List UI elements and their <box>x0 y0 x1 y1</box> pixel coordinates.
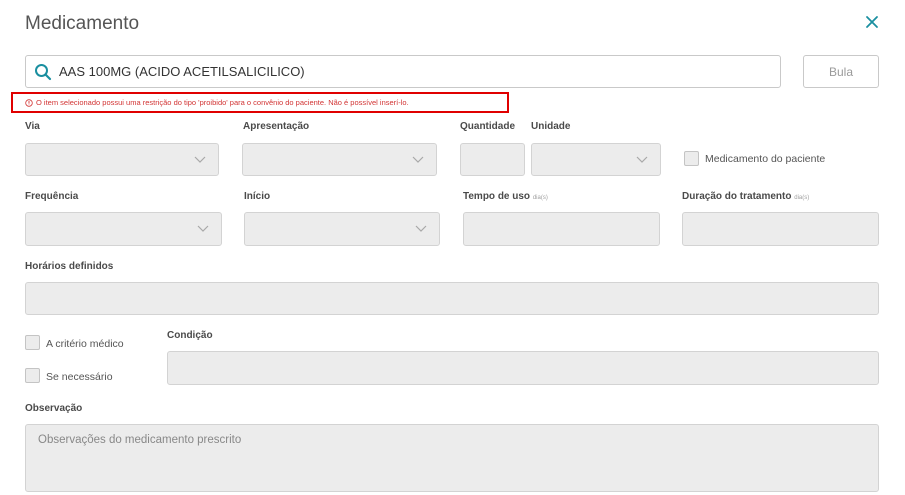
apresentacao-label: Apresentação <box>243 121 310 132</box>
chevron-down-icon <box>197 225 209 232</box>
bula-button[interactable]: Bula <box>803 55 879 88</box>
frequencia-label: Frequência <box>25 191 79 202</box>
chevron-down-icon <box>415 225 427 232</box>
tempo-uso-text: Tempo de uso <box>463 191 531 202</box>
frequencia-select[interactable] <box>25 212 222 246</box>
medicamento-paciente-label: Medicamento do paciente <box>705 153 826 165</box>
inicio-select[interactable] <box>244 212 440 246</box>
criterio-medico-label: A critério médico <box>46 338 124 350</box>
inicio-label: Início <box>244 191 271 202</box>
medicamento-paciente-checkbox[interactable] <box>684 151 699 166</box>
horarios-input[interactable] <box>25 282 879 315</box>
tempo-uso-unit: dia(s) <box>532 195 548 201</box>
unidade-select[interactable] <box>531 143 661 176</box>
quantidade-input[interactable] <box>460 143 525 176</box>
search-icon <box>35 64 52 81</box>
tempo-uso-label: Tempo de uso dia(s) <box>463 191 548 202</box>
restriction-alert: O item selecionado possui uma restrição … <box>11 92 509 113</box>
via-label: Via <box>25 121 40 132</box>
alert-message: O item selecionado possui uma restrição … <box>36 98 409 107</box>
observacao-placeholder: Observações do medicamento prescrito <box>38 434 242 446</box>
condicao-input[interactable] <box>167 351 879 385</box>
duracao-input[interactable] <box>682 212 879 246</box>
medication-search-input[interactable]: AAS 100MG (ACIDO ACETILSALICILICO) <box>25 55 781 88</box>
horarios-label: Horários definidos <box>25 261 114 272</box>
se-necessario-checkbox[interactable] <box>25 368 40 383</box>
observacao-textarea[interactable]: Observações do medicamento prescrito <box>25 424 879 492</box>
apresentacao-select[interactable] <box>242 143 437 176</box>
duracao-text: Duração do tratamento <box>682 191 792 202</box>
chevron-down-icon <box>194 156 206 163</box>
search-value: AAS 100MG (ACIDO ACETILSALICILICO) <box>59 64 305 79</box>
duracao-unit: dia(s) <box>794 195 810 201</box>
se-necessario-label: Se necessário <box>46 371 113 383</box>
criterio-medico-checkbox[interactable] <box>25 335 40 350</box>
quantidade-label: Quantidade <box>460 121 516 132</box>
unidade-label: Unidade <box>531 121 571 132</box>
info-circle-icon <box>25 98 33 107</box>
observacao-label: Observação <box>25 403 83 414</box>
modal-title: Medicamento <box>25 13 140 34</box>
close-icon[interactable] <box>864 14 880 30</box>
chevron-down-icon <box>412 156 424 163</box>
condicao-label: Condição <box>167 330 213 341</box>
chevron-down-icon <box>636 156 648 163</box>
tempo-uso-input[interactable] <box>463 212 660 246</box>
via-select[interactable] <box>25 143 219 176</box>
duracao-label: Duração do tratamento dia(s) <box>682 191 809 202</box>
